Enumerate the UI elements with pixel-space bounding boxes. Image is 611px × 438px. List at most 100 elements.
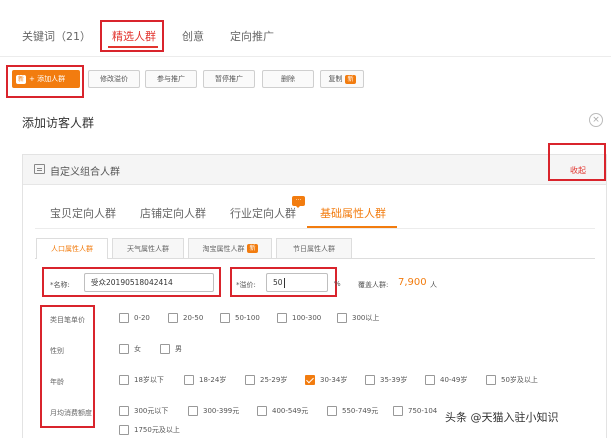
image-icon (34, 164, 45, 174)
checkbox[interactable] (277, 313, 287, 323)
highlight-name-box (42, 267, 221, 297)
checkbox[interactable] (220, 313, 230, 323)
age-option-0[interactable]: 18岁以下 (119, 375, 164, 385)
option-label: 550-749元 (342, 407, 379, 415)
age-option-1[interactable]: 18-24岁 (184, 375, 226, 385)
spend-option-2[interactable]: 400-549元 (257, 406, 308, 416)
age-option-4[interactable]: 35-39岁 (365, 375, 407, 385)
option-label: 100-300 (292, 314, 322, 322)
checkbox[interactable] (184, 375, 194, 385)
option-label: 400-549元 (272, 407, 309, 415)
gender-option-female[interactable]: 女 (119, 344, 141, 354)
cat-tab-industry[interactable]: 行业定向人群 (230, 205, 296, 221)
gender-option-male[interactable]: 男 (160, 344, 182, 354)
checkbox[interactable] (119, 406, 129, 416)
percent-sign: % (334, 280, 341, 288)
checkbox-checked[interactable] (305, 375, 315, 385)
spend-option-3[interactable]: 550-749元 (327, 406, 378, 416)
close-icon[interactable]: × (589, 113, 603, 127)
price-row-label: 类目笔单价 (50, 316, 85, 324)
tab-creative[interactable]: 创意 (182, 28, 204, 44)
spend-option-1[interactable]: 300-399元 (188, 406, 239, 416)
watermark: 头条 @天猫入驻小知识 (443, 408, 561, 426)
checkbox[interactable] (337, 313, 347, 323)
checkbox[interactable] (257, 406, 267, 416)
option-label: 30-34岁 (320, 376, 348, 384)
price-option-1[interactable]: 20-50 (168, 313, 203, 323)
spend-row-label: 月均消费额度 (50, 409, 92, 417)
modify-premium-button[interactable]: 修改溢价 (88, 70, 140, 88)
option-label: 300-399元 (203, 407, 240, 415)
age-option-2[interactable]: 25-29岁 (245, 375, 287, 385)
subtab-demographic[interactable]: 人口属性人群 (36, 238, 108, 259)
age-row-label: 年龄 (50, 378, 64, 386)
highlight-premium-box (230, 267, 337, 297)
subtab-baseline (35, 258, 595, 259)
cat-tab-basic-attributes[interactable]: 基础属性人群 (320, 205, 386, 221)
checkbox[interactable] (245, 375, 255, 385)
checkbox[interactable] (188, 406, 198, 416)
chat-bubble-icon: ··· (292, 196, 305, 208)
option-label: 女 (134, 345, 141, 353)
spend-option-5[interactable]: 1750元及以上 (119, 425, 180, 435)
price-option-0[interactable]: 0-20 (119, 313, 150, 323)
divider (35, 228, 595, 229)
coverage-unit: 人 (430, 281, 437, 289)
option-label: 1750元及以上 (134, 426, 180, 434)
checkbox[interactable] (486, 375, 496, 385)
tab-targeting[interactable]: 定向推广 (230, 28, 274, 44)
new-badge: 新 (345, 74, 356, 84)
cat-tab-store[interactable]: 店铺定向人群 (140, 205, 206, 221)
option-label: 25-29岁 (260, 376, 288, 384)
option-label: 300以上 (352, 314, 380, 322)
subtab-taobao[interactable]: 淘宝属性人群 新 (188, 238, 272, 258)
copy-label: 复制 (328, 75, 343, 83)
option-label: 18岁以下 (134, 376, 164, 384)
checkbox[interactable] (160, 344, 170, 354)
subtab-weather[interactable]: 天气属性人群 (112, 238, 184, 258)
price-option-4[interactable]: 300以上 (337, 313, 379, 323)
panel-title: 自定义组合人群 (50, 167, 120, 178)
checkbox[interactable] (119, 375, 129, 385)
option-label: 300元以下 (134, 407, 169, 415)
subtab-taobao-label: 淘宝属性人群 (202, 244, 245, 253)
checkbox[interactable] (327, 406, 337, 416)
price-option-2[interactable]: 50-100 (220, 313, 260, 323)
highlight-add-box (6, 65, 84, 98)
highlight-tab-box (100, 20, 164, 52)
coverage-label: 覆盖人群: (358, 281, 389, 289)
cat-tab-product[interactable]: 宝贝定向人群 (50, 205, 116, 221)
age-option-5[interactable]: 40-49岁 (425, 375, 467, 385)
checkbox[interactable] (119, 344, 129, 354)
option-label: 750-104 (408, 407, 438, 415)
spend-option-4[interactable]: 750-104 (393, 406, 437, 416)
subtab-festival[interactable]: 节日属性人群 (276, 238, 352, 258)
option-label: 35-39岁 (380, 376, 408, 384)
checkbox[interactable] (365, 375, 375, 385)
option-label: 50-100 (235, 314, 260, 322)
delete-button[interactable]: 删除 (262, 70, 314, 88)
price-option-3[interactable]: 100-300 (277, 313, 321, 323)
option-label: 0-20 (134, 314, 150, 322)
copy-button[interactable]: 复制 新 (320, 70, 364, 88)
age-option-3[interactable]: 30-34岁 (305, 375, 347, 385)
spend-option-0[interactable]: 300元以下 (119, 406, 168, 416)
tab-keywords[interactable]: 关键词（21） (22, 28, 91, 44)
age-option-6[interactable]: 50岁及以上 (486, 375, 538, 385)
checkbox[interactable] (168, 313, 178, 323)
option-label: 50岁及以上 (501, 376, 538, 384)
join-promotion-button[interactable]: 参与推广 (145, 70, 197, 88)
checkbox[interactable] (425, 375, 435, 385)
section-title: 添加访客人群 (22, 116, 95, 130)
checkbox[interactable] (119, 425, 129, 435)
new-badge: 新 (247, 244, 258, 253)
pause-promotion-button[interactable]: 暂停推广 (203, 70, 255, 88)
option-label: 男 (175, 345, 182, 353)
option-label: 18-24岁 (199, 376, 227, 384)
highlight-collapse-box (548, 143, 606, 181)
option-label: 40-49岁 (440, 376, 468, 384)
checkbox[interactable] (119, 313, 129, 323)
gender-row-label: 性别 (50, 347, 64, 355)
coverage-value: 7,900 (398, 277, 427, 288)
checkbox[interactable] (393, 406, 403, 416)
